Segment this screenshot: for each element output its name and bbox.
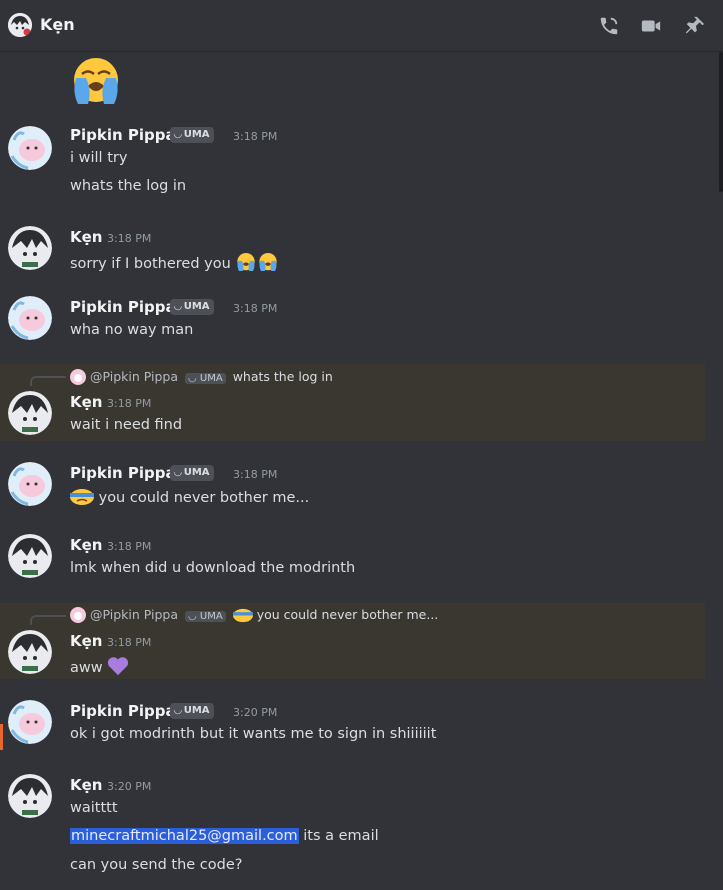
phone-call-icon[interactable]	[598, 15, 620, 37]
server-tag[interactable]: ◡ UMA	[170, 703, 214, 719]
message-text: can you send the code?	[70, 857, 243, 873]
video-camera-icon[interactable]	[640, 15, 662, 37]
message: Pipkin Pippa ◡ UMA 3:18 PM you could neve…	[0, 456, 705, 520]
reply-tag: ◡ UMA	[185, 373, 226, 384]
message-reply: @Pipkin Pippa ◡ UMA you could never both…	[0, 603, 705, 679]
message-text: minecraftmichal25@gmail.com its a email	[70, 828, 379, 844]
timestamp: 3:18 PM	[233, 468, 278, 481]
unread-marker	[0, 724, 3, 750]
tag-icon: ◡	[174, 301, 182, 312]
reply-spine	[30, 615, 66, 625]
timestamp: 3:18 PM	[107, 232, 152, 245]
timestamp: 3:18 PM	[233, 130, 278, 143]
avatar-ken[interactable]	[8, 774, 52, 818]
avatar-ken[interactable]	[8, 226, 52, 270]
loudly-crying-emoji	[235, 252, 257, 276]
author-name[interactable]: Pipkin Pippa	[70, 298, 176, 316]
author-name[interactable]: Kẹn	[70, 776, 102, 794]
message-text: lmk when did u download the modrinth	[70, 560, 356, 576]
crying-face-emoji	[70, 488, 94, 510]
server-tag[interactable]: ◡ UMA	[170, 299, 214, 315]
scrollbar[interactable]	[719, 52, 723, 192]
message: Kẹn 3:18 PM lmk when did u download the …	[0, 528, 705, 592]
message: Pipkin Pippa ◡ UMA 3:18 PM wha no way man	[0, 290, 705, 354]
timestamp: 3:18 PM	[107, 397, 152, 410]
reply-preview[interactable]: @Pipkin Pippa ◡ UMA you could never both…	[70, 607, 438, 626]
message: Kẹn 3:20 PM waitttt minecraftmichal25@gm…	[0, 766, 705, 890]
author-name[interactable]: Pipkin Pippa	[70, 126, 176, 144]
avatar-pipkin-pippa[interactable]	[8, 296, 52, 340]
reply-preview[interactable]: @Pipkin Pippa ◡ UMA whats the log in	[70, 369, 333, 388]
channel-header: Kẹn	[0, 0, 723, 52]
tag-icon: ◡	[174, 129, 182, 140]
message-text: waitttt	[70, 800, 118, 816]
reply-avatar-icon	[70, 369, 86, 388]
avatar-ken[interactable]	[8, 534, 52, 578]
author-name[interactable]: Pipkin Pippa	[70, 464, 176, 482]
timestamp: 3:18 PM	[233, 302, 278, 315]
channel-avatar[interactable]	[8, 13, 32, 37]
message-text: wait i need find	[70, 417, 183, 433]
reply-avatar-icon	[70, 607, 86, 626]
message-text: ok i got modrinth but it wants me to sig…	[70, 726, 437, 742]
purple-heart-emoji	[107, 656, 129, 680]
message-reply: @Pipkin Pippa ◡ UMA whats the log in Kẹn…	[0, 364, 705, 441]
server-tag[interactable]: ◡ UMA	[170, 465, 214, 481]
loudly-crying-emoji	[257, 252, 279, 276]
avatar-pipkin-pippa[interactable]	[8, 700, 52, 744]
author-name[interactable]: Kẹn	[70, 228, 102, 246]
avatar-pipkin-pippa[interactable]	[8, 126, 52, 170]
pin-icon[interactable]	[684, 15, 706, 37]
timestamp: 3:20 PM	[233, 706, 278, 719]
message: Pipkin Pippa ◡ UMA 3:20 PM ok i got modri…	[0, 694, 705, 758]
timestamp: 3:20 PM	[107, 780, 152, 793]
author-name[interactable]: Pipkin Pippa	[70, 702, 176, 720]
author-name[interactable]: Kẹn	[70, 393, 102, 411]
message: Kẹn 3:18 PM sorry if I bothered you	[0, 220, 705, 284]
crying-face-emoji	[232, 608, 253, 626]
message: Pipkin Pippa ◡ UMA 3:18 PM i will try wha…	[0, 118, 705, 210]
avatar-pipkin-pippa[interactable]	[8, 462, 52, 506]
message-text: i will try	[70, 150, 128, 166]
message-text: wha no way man	[70, 322, 194, 338]
timestamp: 3:18 PM	[107, 540, 152, 553]
message-text: sorry if I bothered you	[70, 252, 279, 276]
loudly-crying-emoji	[68, 56, 124, 110]
message-text: whats the log in	[70, 178, 187, 194]
avatar-ken[interactable]	[8, 391, 52, 435]
channel-title: Kẹn	[40, 15, 75, 34]
message-continuation	[0, 52, 705, 108]
author-name[interactable]: Kẹn	[70, 536, 102, 554]
server-tag[interactable]: ◡ UMA	[170, 127, 214, 143]
avatar-ken[interactable]	[8, 630, 52, 674]
tag-icon: ◡	[174, 705, 182, 716]
reply-tag: ◡ UMA	[185, 611, 226, 622]
timestamp: 3:18 PM	[107, 636, 152, 649]
tag-icon: ◡	[174, 467, 182, 478]
reply-spine	[30, 376, 66, 386]
email-link[interactable]: minecraftmichal25@gmail.com	[70, 828, 299, 844]
message-text: you could never bother me...	[70, 488, 309, 510]
author-name[interactable]: Kẹn	[70, 632, 102, 650]
message-text: aww	[70, 656, 129, 680]
